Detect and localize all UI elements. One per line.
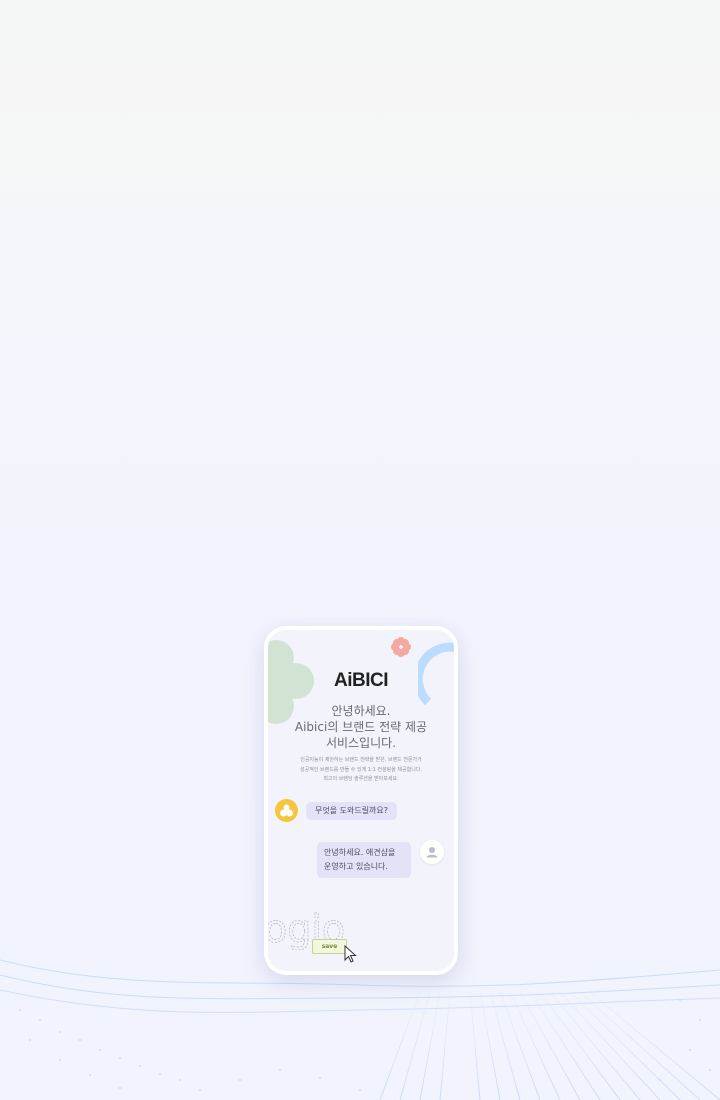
save-button[interactable]: save bbox=[312, 939, 347, 954]
description-line: 인공지능이 제안하는 브랜드 전략을 받은, 브랜드 전문가가 bbox=[300, 757, 422, 763]
greeting-title: 안녕하세요. Aibici의 브랜드 전략 제공 서비스입니다. bbox=[268, 703, 454, 751]
bot-message-bubble: 무엇을 도와드릴까요? bbox=[306, 802, 398, 820]
phone-mockup: AiBICI 안녕하세요. Aibici의 브랜드 전략 제공 서비스입니다. … bbox=[264, 626, 458, 975]
description-line: 성공적인 브랜드를 만들 수 있게 1:1 컨설팅을 제공합니다. bbox=[300, 766, 422, 773]
pink-flower-decoration bbox=[391, 637, 411, 657]
user-message-line: 안녕하세요. 애견샵을 bbox=[324, 848, 396, 857]
bot-avatar-icon bbox=[275, 799, 298, 822]
description-line: 최고의 브랜딩 솔루션을 받아보세요. bbox=[323, 776, 399, 782]
greeting-line: Aibici의 브랜드 전략 제공 bbox=[294, 720, 428, 734]
greeting-line: 안녕하세요. bbox=[331, 704, 391, 718]
cursor-icon bbox=[344, 945, 357, 963]
aibici-logo: AiBICI bbox=[334, 670, 389, 691]
user-message-bubble: 안녕하세요. 애견샵을 운영하고 있습니다. bbox=[317, 842, 411, 878]
user-avatar-icon bbox=[420, 840, 444, 864]
user-message-line: 운영하고 있습니다. bbox=[324, 862, 388, 871]
greeting-line: 서비스입니다. bbox=[325, 736, 397, 750]
service-description: 인공지능이 제안하는 브랜드 전략을 받은, 브랜드 전문가가 성공적인 브랜드… bbox=[286, 756, 436, 785]
